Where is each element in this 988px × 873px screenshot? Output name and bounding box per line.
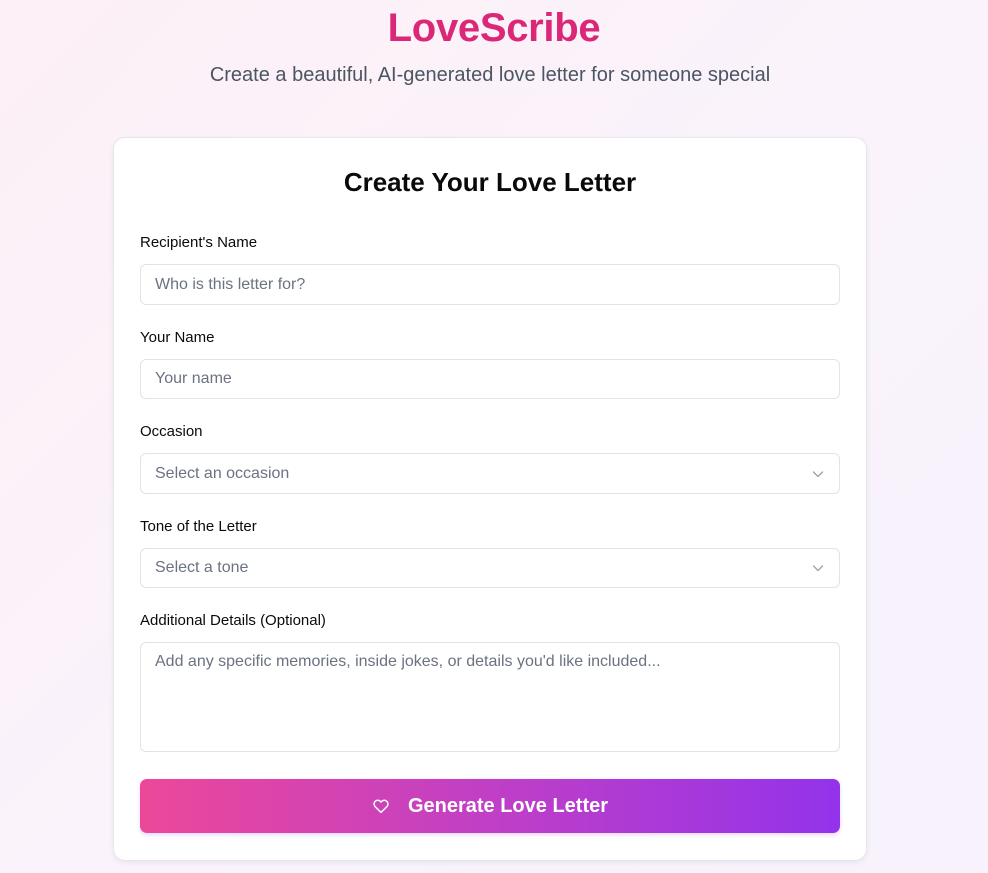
app-title: LoveScribe <box>387 6 601 50</box>
your-name-input[interactable] <box>141 360 839 398</box>
form-title: Create Your Love Letter <box>343 167 637 197</box>
recipient-name-label: Recipient's Name <box>140 234 258 251</box>
occasion-select[interactable]: Select an occasion <box>140 453 840 494</box>
additional-details-field <box>140 642 840 752</box>
occasion-select-value: Select an occasion <box>155 464 290 482</box>
your-name-label: Your Name <box>140 329 215 346</box>
occasion-label: Occasion <box>140 423 203 440</box>
tone-label: Tone of the Letter <box>140 518 257 535</box>
additional-details-textarea[interactable] <box>141 643 839 751</box>
chevron-down-icon <box>811 561 825 575</box>
tone-select[interactable]: Select a tone <box>140 548 840 588</box>
love-letter-form-card: Create Your Love Letter Recipient's Name… <box>113 137 867 861</box>
heart-icon <box>372 797 390 815</box>
generate-love-letter-button[interactable]: Generate Love Letter <box>140 779 840 833</box>
your-name-field <box>140 359 840 399</box>
chevron-down-icon <box>811 467 825 481</box>
tone-select-value: Select a tone <box>155 559 249 576</box>
recipient-name-field <box>140 264 840 305</box>
recipient-name-input[interactable] <box>141 265 839 304</box>
app-subtitle: Create a beautiful, AI-generated love le… <box>209 64 771 86</box>
generate-button-label: Generate Love Letter <box>407 794 609 817</box>
additional-details-label: Additional Details (Optional) <box>140 612 326 629</box>
